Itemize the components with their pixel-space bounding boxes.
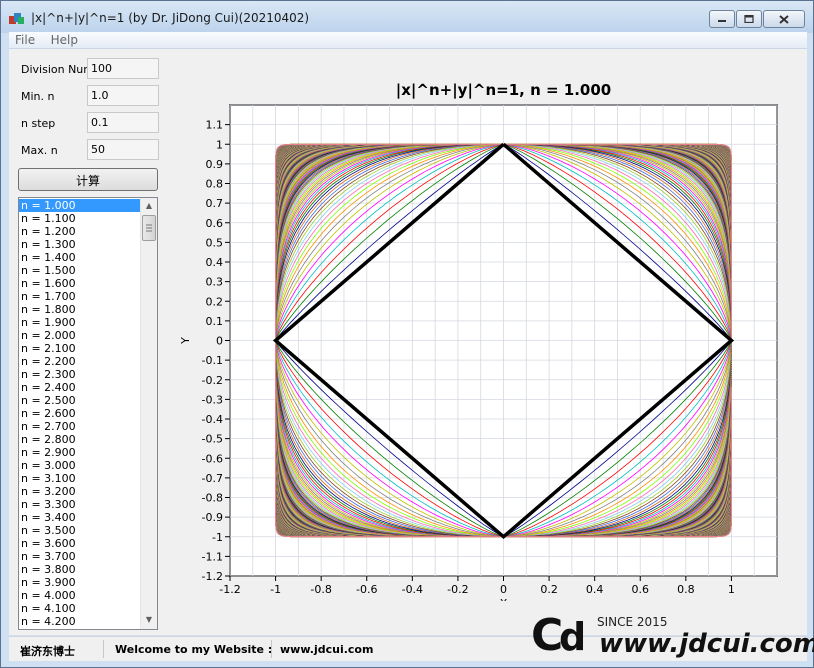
main-window: |x|^n+|y|^n=1 (by Dr. JiDong Cui)(202104…: [0, 0, 814, 668]
y-tick-label: 0.6: [206, 217, 224, 230]
y-tick-label: 0.3: [206, 276, 224, 289]
y-tick-label: 0.4: [206, 256, 224, 269]
x-tick-label: -0.4: [402, 583, 423, 596]
y-tick-label: 0.9: [206, 158, 224, 171]
plot-area: -1.2 -1 -0.8 -0.6 -0.4 -0.2 0 0.2 0.4 0.6 0.8 1 1.1 1…: [179, 81, 778, 601]
y-tick-label: -0.6: [202, 452, 223, 465]
y-tick-label: -1.2: [202, 570, 223, 583]
y-tick-label: -1: [212, 531, 223, 544]
x-tick-label: 0.6: [632, 583, 650, 596]
y-tick-label: 0.1: [206, 315, 224, 328]
x-tick-label: 1: [728, 583, 735, 596]
x-tick-label: 0.8: [677, 583, 695, 596]
scroll-down-arrow-icon[interactable]: ▼: [141, 612, 157, 628]
x-tick-label: 0: [500, 583, 507, 596]
y-tick-label: -0.7: [202, 472, 223, 485]
x-tick-label: -0.2: [447, 583, 468, 596]
y-tick-label: 0.5: [206, 236, 224, 249]
watermark-since: SINCE 2015: [597, 615, 667, 629]
y-tick-label: -0.9: [202, 511, 223, 524]
list-item[interactable]: n = 4.100: [19, 602, 141, 615]
y-tick-label: -0.4: [202, 413, 223, 426]
x-tick-label: -1: [270, 583, 281, 596]
watermark-url: www.jdcui.com: [599, 629, 814, 659]
x-tick-label: -1.2: [219, 583, 240, 596]
status-separator: [271, 640, 272, 658]
y-tick-label: 1.1: [206, 119, 224, 132]
y-tick-label: -0.1: [202, 354, 223, 367]
svg-text:d: d: [559, 615, 586, 659]
x-tick-label: -0.6: [356, 583, 377, 596]
chart-title: |x|^n+|y|^n=1, n = 1.000: [396, 81, 612, 100]
y-tick-label: -1.1: [202, 550, 223, 563]
y-tick-label: 0.8: [206, 178, 224, 191]
y-tick-label: 0.2: [206, 295, 224, 308]
x-tick-label: 0.2: [540, 583, 558, 596]
status-author: 崔济东博士: [20, 645, 75, 658]
y-tick-label: 0.7: [206, 197, 224, 210]
y-tick-label: 0: [216, 335, 223, 348]
y-tick-label: -0.2: [202, 374, 223, 387]
x-axis-label: X: [500, 597, 508, 601]
watermark-logo: C d SINCE 2015 www.jdcui.com: [531, 610, 814, 661]
status-website[interactable]: www.jdcui.com: [280, 643, 373, 656]
x-tick-label: 0.4: [586, 583, 604, 596]
x-tick-label: -0.8: [310, 583, 331, 596]
y-tick-label: -0.5: [202, 433, 223, 446]
y-tick-label: -0.8: [202, 492, 223, 505]
status-welcome: Welcome to my Website :: [115, 643, 273, 656]
y-tick-label: -0.3: [202, 393, 223, 406]
status-separator: [103, 640, 104, 658]
list-item[interactable]: n = 4.200: [19, 615, 141, 628]
y-tick-label: 1: [216, 138, 223, 151]
y-axis-label: Y: [179, 337, 192, 345]
